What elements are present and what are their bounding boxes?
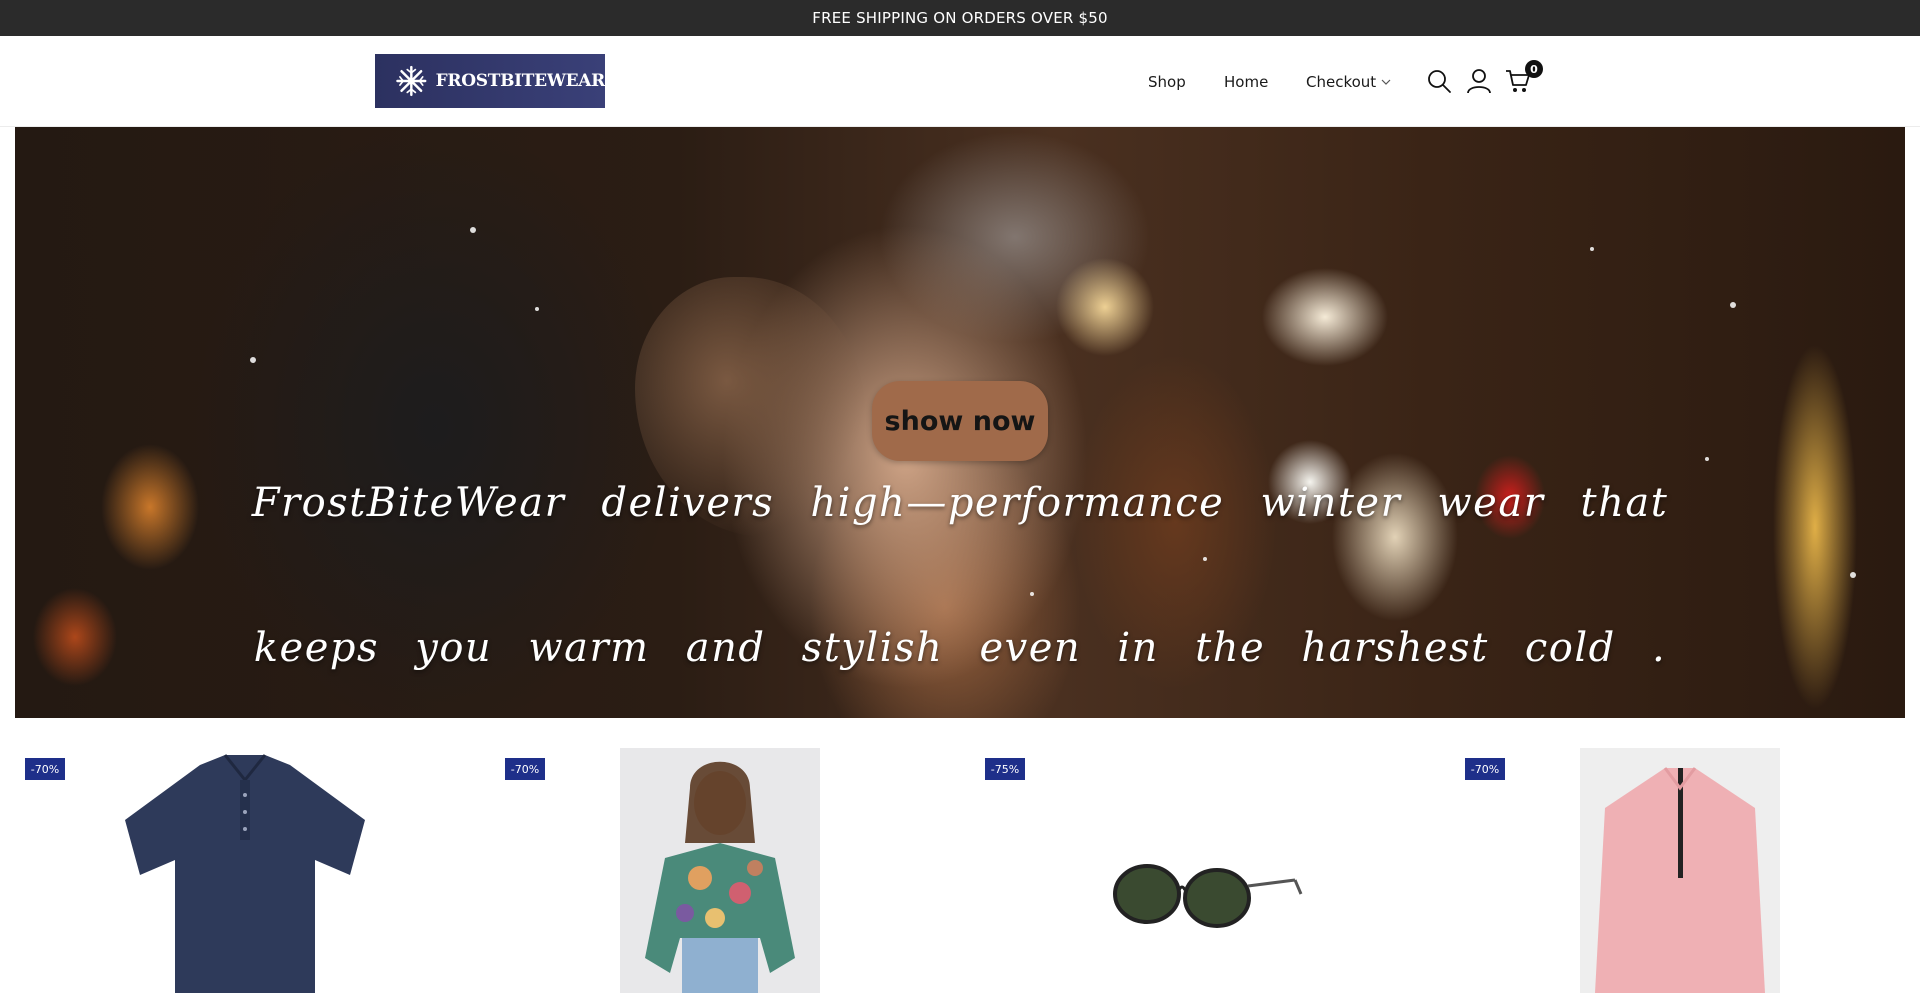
show-now-button[interactable]: show now — [872, 381, 1048, 461]
snowflake-particle — [1203, 557, 1207, 561]
snowflake-particle — [1850, 572, 1856, 578]
announcement-text: FREE SHIPPING ON ORDERS OVER $50 — [812, 9, 1108, 27]
snowflake-particle — [1030, 592, 1034, 596]
user-icon — [1467, 69, 1491, 94]
snowflake-particle — [250, 357, 256, 363]
cart-count-badge: 0 — [1525, 60, 1543, 78]
site-header: FROSTBITEWEAR Shop Home Checkout 0 — [0, 36, 1920, 127]
announcement-bar: FREE SHIPPING ON ORDERS OVER $50 — [0, 0, 1920, 36]
snowflake-particle — [535, 307, 539, 311]
snowflake-icon — [396, 65, 427, 97]
search-button[interactable] — [1424, 66, 1454, 96]
nav-shop[interactable]: Shop — [1148, 36, 1186, 127]
nav-checkout-label: Checkout — [1306, 72, 1377, 91]
hero-banner: show now FrostBiteWear delivers high—per… — [15, 127, 1905, 718]
product-image-pink-top — [1580, 748, 1780, 993]
snowflake-particle — [1590, 247, 1594, 251]
snowflake-particle — [470, 227, 476, 233]
cart-button[interactable]: 0 — [1503, 60, 1543, 96]
discount-badge: -70% — [25, 758, 65, 780]
product-image-blouse — [620, 748, 820, 993]
nav-home[interactable]: Home — [1224, 36, 1268, 127]
account-button[interactable] — [1464, 66, 1494, 96]
product-card[interactable]: -70% — [15, 740, 495, 993]
hero-tagline-line2: keeps you warm and stylish even in the h… — [253, 625, 1667, 671]
discount-badge: -70% — [1465, 758, 1505, 780]
product-card[interactable]: -70% — [495, 740, 975, 993]
nav-home-label: Home — [1224, 72, 1269, 91]
product-image-sunglasses — [1113, 864, 1303, 928]
nav-checkout[interactable]: Checkout — [1306, 36, 1392, 127]
snowflake-particle — [1705, 457, 1709, 461]
discount-badge: -75% — [985, 758, 1025, 780]
site-logo[interactable]: FROSTBITEWEAR — [375, 54, 605, 108]
product-image-polo — [125, 754, 365, 993]
product-card[interactable]: -75% — [975, 740, 1455, 993]
nav-shop-label: Shop — [1148, 72, 1186, 91]
discount-badge: -70% — [505, 758, 545, 780]
logo-text: FROSTBITEWEAR — [435, 71, 606, 91]
snowflake-particle — [1730, 302, 1736, 308]
search-icon — [1428, 70, 1451, 93]
chevron-down-icon — [1381, 79, 1391, 85]
product-card[interactable]: -70% — [1455, 740, 1920, 993]
hero-tagline-line1: FrostBiteWear delivers high—performance … — [251, 480, 1669, 526]
